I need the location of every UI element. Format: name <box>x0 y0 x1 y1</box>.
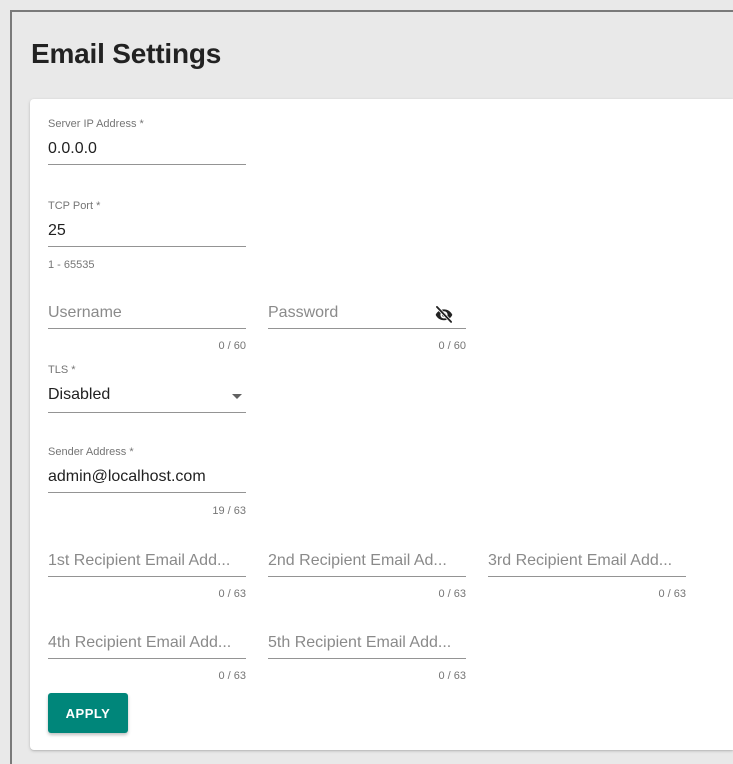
recipient-4-field[interactable]: 4th Recipient Email Add... 0 / 63 <box>48 632 246 684</box>
recipient-3-underline <box>488 576 686 577</box>
username-counter: 0 / 60 <box>218 340 246 352</box>
tcp-port-field[interactable]: TCP Port * 25 1 - 65535 <box>48 199 246 274</box>
recipient-5-field[interactable]: 5th Recipient Email Add... 0 / 63 <box>268 632 466 684</box>
recipient-3-counter: 0 / 63 <box>658 588 686 600</box>
server-ip-input[interactable]: 0.0.0.0 <box>48 140 97 158</box>
recipient-5-input[interactable]: 5th Recipient Email Add... <box>268 634 466 652</box>
tls-select[interactable]: TLS * Disabled <box>48 363 246 415</box>
recipient-2-field[interactable]: 2nd Recipient Email Ad... 0 / 63 <box>268 550 466 602</box>
sender-address-counter: 19 / 63 <box>212 505 246 517</box>
recipient-1-underline <box>48 576 246 577</box>
recipient-1-counter: 0 / 63 <box>218 588 246 600</box>
sender-address-input[interactable]: admin@localhost.com <box>48 468 206 486</box>
tcp-port-input[interactable]: 25 <box>48 222 66 240</box>
tls-underline <box>48 412 246 413</box>
password-field[interactable]: Password 0 / 60 <box>268 302 466 354</box>
password-counter: 0 / 60 <box>438 340 466 352</box>
recipient-1-input[interactable]: 1st Recipient Email Add... <box>48 552 246 570</box>
dropdown-caret-icon[interactable] <box>232 394 242 399</box>
sender-address-field[interactable]: Sender Address * admin@localhost.com 19 … <box>48 445 246 520</box>
tls-value[interactable]: Disabled <box>48 386 110 404</box>
username-input[interactable]: Username <box>48 304 246 322</box>
recipient-2-underline <box>268 576 466 577</box>
visibility-off-icon[interactable] <box>433 304 455 324</box>
recipient-2-input[interactable]: 2nd Recipient Email Ad... <box>268 552 466 570</box>
recipient-4-input[interactable]: 4th Recipient Email Add... <box>48 634 246 652</box>
tcp-port-label: TCP Port * <box>48 200 101 212</box>
tcp-port-underline <box>48 246 246 247</box>
window-frame-left <box>10 10 12 764</box>
recipient-1-field[interactable]: 1st Recipient Email Add... 0 / 63 <box>48 550 246 602</box>
window-frame-top <box>10 10 733 12</box>
recipient-3-field[interactable]: 3rd Recipient Email Add... 0 / 63 <box>488 550 686 602</box>
server-ip-label: Server IP Address * <box>48 118 144 130</box>
recipient-5-counter: 0 / 63 <box>438 670 466 682</box>
username-field[interactable]: Username 0 / 60 <box>48 302 246 354</box>
username-underline <box>48 328 246 329</box>
apply-button[interactable]: APPLY <box>48 693 128 733</box>
server-ip-underline <box>48 164 246 165</box>
server-ip-field[interactable]: Server IP Address * 0.0.0.0 <box>48 117 246 167</box>
password-underline <box>268 328 466 329</box>
sender-address-label: Sender Address * <box>48 446 134 458</box>
recipient-5-underline <box>268 658 466 659</box>
tcp-port-hint: 1 - 65535 <box>48 259 95 271</box>
tls-label: TLS * <box>48 364 76 376</box>
sender-address-underline <box>48 492 246 493</box>
password-input[interactable]: Password <box>268 304 418 322</box>
page-title: Email Settings <box>31 38 222 69</box>
recipient-4-counter: 0 / 63 <box>218 670 246 682</box>
recipient-4-underline <box>48 658 246 659</box>
recipient-3-input[interactable]: 3rd Recipient Email Add... <box>488 552 686 570</box>
recipient-2-counter: 0 / 63 <box>438 588 466 600</box>
